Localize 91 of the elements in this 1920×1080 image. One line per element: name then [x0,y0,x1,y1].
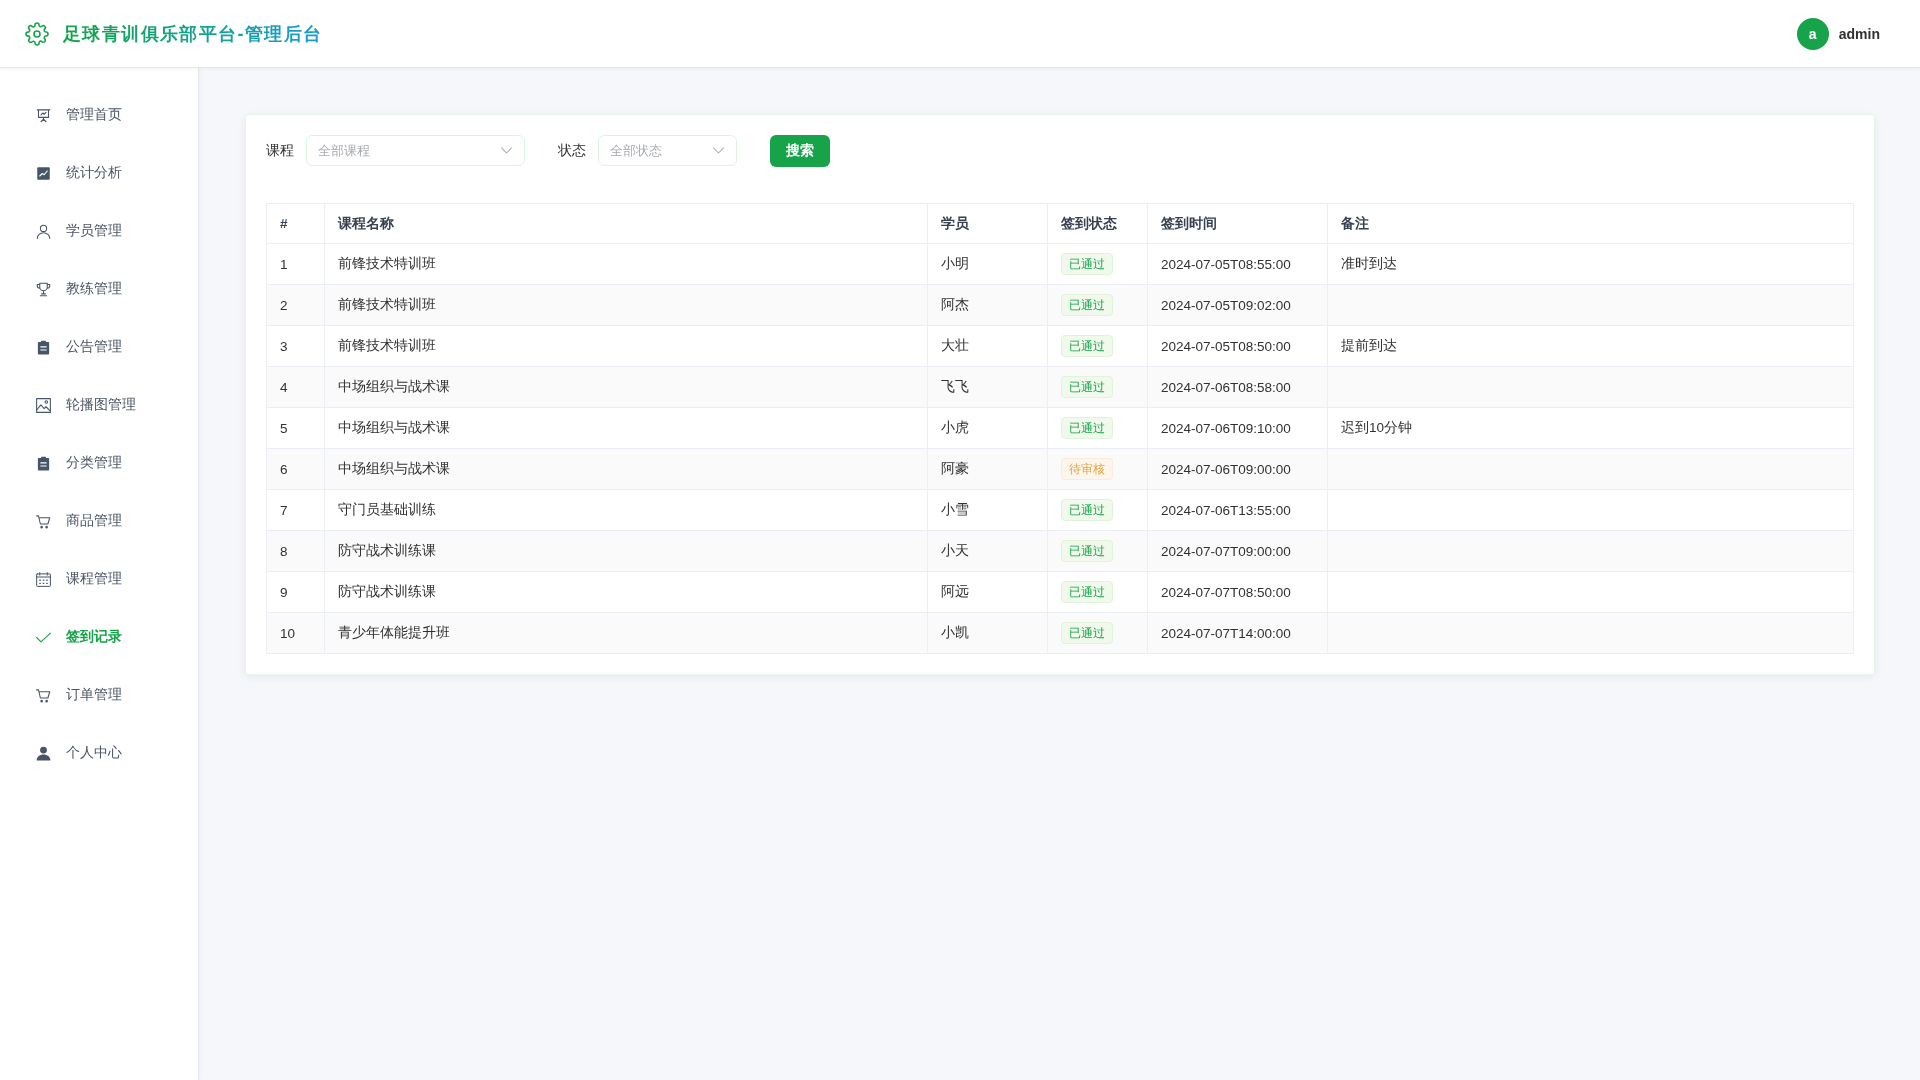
sidebar-item[interactable]: 订单管理 [0,666,198,724]
table-cell: 守门员基础训练 [324,489,928,531]
table-cell: 前锋技术特训班 [324,284,928,326]
table-cell: 2024-07-06T09:00:00 [1147,448,1328,490]
column-header: 签到时间 [1147,203,1328,244]
sidebar-item[interactable]: 个人中心 [0,724,198,782]
filter-select[interactable]: 全部状态 [598,135,737,166]
sidebar-item[interactable]: 课程管理 [0,550,198,608]
status-tag: 已通过 [1061,417,1113,439]
table-cell: 中场组织与战术课 [324,407,928,449]
user-name[interactable]: admin [1838,25,1880,42]
table-cell: 2024-07-06T08:58:00 [1147,366,1328,408]
status-tag: 已通过 [1061,540,1113,562]
table-cell: 2024-07-06T13:55:00 [1147,489,1328,531]
table-cell: 10 [266,612,325,654]
status-tag: 已通过 [1061,294,1113,316]
table-cell: 防守战术训练课 [324,571,928,613]
table-cell: 8 [266,530,325,572]
filter-label: 状态 [558,141,586,160]
status-tag: 待审核 [1061,458,1113,480]
table-cell: 小天 [927,530,1048,572]
clipboard-icon [36,455,51,471]
table-cell: 中场组织与战术课 [324,366,928,408]
filter-label: 课程 [266,141,294,160]
table-cell: 6 [266,448,325,490]
table-cell: 4 [266,366,325,408]
table-cell: 2024-07-07T08:50:00 [1147,571,1328,613]
image-icon [36,397,51,413]
sidebar-item[interactable]: 统计分析 [0,144,198,202]
table-cell: 9 [266,571,325,613]
column-header: 签到状态 [1047,203,1148,244]
table-cell: 前锋技术特训班 [324,243,928,285]
calendar-icon [36,571,51,587]
table-cell: 迟到10分钟 [1327,407,1854,449]
table-cell: 3 [266,325,325,367]
table-cell: 2024-07-07T09:00:00 [1147,530,1328,572]
table-cell: 2024-07-05T08:50:00 [1147,325,1328,367]
line-chart-icon [36,165,51,181]
table-cell: 小明 [927,243,1048,285]
table-cell: 2024-07-05T08:55:00 [1147,243,1328,285]
table-cell: 阿远 [927,571,1048,613]
column-header: # [266,203,325,244]
table-cell: 中场组织与战术课 [324,448,928,490]
clipboard-icon [36,339,51,355]
sidebar-item[interactable]: 商品管理 [0,492,198,550]
trophy-icon [36,281,51,297]
table-cell: 7 [266,489,325,531]
presentation-chart-icon [36,107,51,123]
sidebar-item[interactable]: 学员管理 [0,202,198,260]
sidebar-item[interactable]: 管理首页 [0,86,198,144]
table-cell: 青少年体能提升班 [324,612,928,654]
table-cell: 飞飞 [927,366,1048,408]
column-header: 备注 [1327,203,1854,244]
column-header: 课程名称 [324,203,928,244]
table-cell: 2024-07-05T09:02:00 [1147,284,1328,326]
status-tag: 已通过 [1061,376,1113,398]
table-cell: 小虎 [927,407,1048,449]
filter-select[interactable]: 全部课程 [306,135,525,166]
sidebar-item[interactable]: 轮播图管理 [0,376,198,434]
table-cell: 阿豪 [927,448,1048,490]
column-header: 学员 [927,203,1048,244]
table-cell: 准时到达 [1327,243,1854,285]
table-cell: 小凯 [927,612,1048,654]
status-tag: 已通过 [1061,622,1113,644]
table-cell: 小雪 [927,489,1048,531]
table-cell: 大壮 [927,325,1048,367]
status-tag: 已通过 [1061,581,1113,603]
sidebar-item[interactable]: 分类管理 [0,434,198,492]
cart-icon [36,513,51,529]
table-cell: 阿杰 [927,284,1048,326]
table-cell: 提前到达 [1327,325,1854,367]
table-cell: 2 [266,284,325,326]
table-cell: 防守战术训练课 [324,530,928,572]
gear-icon [25,21,49,46]
table-cell: 2024-07-06T09:10:00 [1147,407,1328,449]
sidebar-item[interactable]: 教练管理 [0,260,198,318]
status-tag: 已通过 [1061,253,1113,275]
app-title: 足球青训俱乐部平台-管理后台 [63,21,323,46]
status-tag: 已通过 [1061,335,1113,357]
check-icon [36,629,51,645]
table-cell: 2024-07-07T14:00:00 [1147,612,1328,654]
user-icon [36,745,51,761]
chevron-down-icon [713,147,724,154]
sidebar-item[interactable]: 公告管理 [0,318,198,376]
cart-icon [36,687,51,703]
chevron-down-icon [501,147,512,154]
table-cell: 1 [266,243,325,285]
table-cell: 5 [266,407,325,449]
table-cell: 前锋技术特训班 [324,325,928,367]
user-icon [36,223,51,239]
status-tag: 已通过 [1061,499,1113,521]
